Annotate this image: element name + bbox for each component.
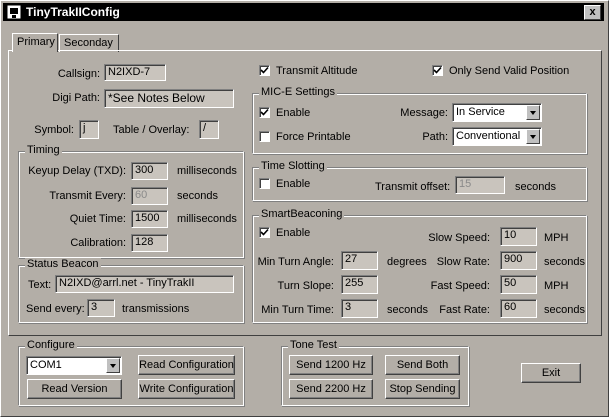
time-slotting-enable-checkbox[interactable] xyxy=(259,178,270,189)
fast-speed-label: Fast Speed: xyxy=(430,280,490,292)
digipath-input[interactable]: *See Notes Below xyxy=(104,89,234,108)
chevron-down-icon[interactable] xyxy=(526,105,540,120)
min-turn-time-label: Min Turn Time: xyxy=(261,304,334,316)
callsign-label: Callsign: xyxy=(57,68,100,80)
window-title: TinyTrakIIConfig xyxy=(26,5,120,19)
send-every-label: Send every: xyxy=(26,303,85,315)
transmit-every-input[interactable]: 60 xyxy=(131,187,168,205)
time-slotting-title: Time Slotting xyxy=(259,160,327,172)
configure-title: Configure xyxy=(25,339,77,351)
fast-speed-unit: MPH xyxy=(544,280,569,292)
turn-slope-label: Turn Slope: xyxy=(277,280,334,292)
status-beacon-title: Status Beacon xyxy=(25,258,101,270)
calibration-input[interactable]: 128 xyxy=(131,234,168,252)
digipath-label: Digi Path: xyxy=(52,92,100,104)
stop-sending-button[interactable]: Stop Sending xyxy=(385,379,460,399)
send-both-button[interactable]: Send Both xyxy=(385,355,460,375)
message-select[interactable]: In Service xyxy=(452,103,542,122)
table-overlay-input[interactable]: / xyxy=(199,120,219,139)
fast-rate-input[interactable]: 60 xyxy=(500,299,537,318)
force-printable-checkbox[interactable] xyxy=(259,131,270,142)
mice-title: MIC-E Settings xyxy=(259,86,337,98)
transmit-every-label: Transmit Every: xyxy=(49,190,126,202)
slow-rate-label: Slow Rate: xyxy=(436,256,490,268)
min-turn-angle-input[interactable]: 27 xyxy=(341,251,378,270)
min-turn-time-input[interactable]: 3 xyxy=(341,299,378,318)
send-2200-button[interactable]: Send 2200 Hz xyxy=(289,379,373,399)
chevron-down-icon[interactable] xyxy=(106,358,120,373)
fast-rate-label: Fast Rate: xyxy=(439,304,490,316)
calibration-label: Calibration: xyxy=(70,237,126,249)
keyup-input[interactable]: 300 xyxy=(131,162,168,180)
tone-test-title: Tone Test xyxy=(288,339,339,351)
transmit-offset-input[interactable]: 15 xyxy=(455,176,505,194)
fast-rate-unit: seconds xyxy=(544,304,585,316)
app-icon xyxy=(6,4,22,20)
chevron-down-icon[interactable] xyxy=(526,129,540,144)
slow-rate-input[interactable]: 900 xyxy=(500,251,537,270)
send-every-input[interactable]: 3 xyxy=(87,299,115,317)
quiet-time-input[interactable]: 1500 xyxy=(131,210,168,228)
tab-primary[interactable]: Primary xyxy=(12,33,58,52)
port-select[interactable]: COM1 xyxy=(26,356,122,375)
read-configuration-button[interactable]: Read Configuration xyxy=(138,355,235,375)
slow-speed-label: Slow Speed: xyxy=(428,232,490,244)
quiet-time-unit: milliseconds xyxy=(177,213,237,225)
transmit-every-unit: seconds xyxy=(177,190,218,202)
beacon-text-label: Text: xyxy=(28,279,52,291)
table-overlay-label: Table / Overlay: xyxy=(113,124,190,136)
send-every-unit: transmissions xyxy=(122,303,190,315)
slow-speed-input[interactable]: 10 xyxy=(500,227,537,246)
valid-position-checkbox[interactable] xyxy=(432,65,443,76)
exit-button[interactable]: Exit xyxy=(521,363,581,383)
read-version-button[interactable]: Read Version xyxy=(27,379,122,399)
valid-position-label: Only Send Valid Position xyxy=(449,65,570,77)
quiet-time-label: Quiet Time: xyxy=(69,213,126,225)
smartbeaconing-enable-label: Enable xyxy=(276,227,311,239)
timing-title: Timing xyxy=(25,144,62,156)
check-icon xyxy=(433,66,442,74)
check-icon xyxy=(260,228,269,236)
write-configuration-button[interactable]: Write Configuration xyxy=(138,379,235,399)
path-select[interactable]: Conventional xyxy=(452,127,542,146)
time-slotting-enable-label: Enable xyxy=(276,178,311,190)
title-bar: TinyTrakIIConfig x xyxy=(3,3,604,21)
port-value: COM1 xyxy=(30,359,62,371)
beacon-text-input[interactable]: N2IXD@arrl.net - TinyTrakII xyxy=(55,275,234,293)
message-label: Message: xyxy=(400,107,448,119)
symbol-label: Symbol: xyxy=(34,124,74,136)
transmit-altitude-label: Transmit Altitude xyxy=(276,65,358,77)
check-icon xyxy=(260,108,269,116)
path-value: Conventional xyxy=(456,130,521,142)
tab-seconday-label: Seconday xyxy=(64,37,113,49)
transmit-altitude-checkbox[interactable] xyxy=(259,65,270,76)
callsign-input[interactable]: N2IXD-7 xyxy=(104,64,166,81)
transmit-offset-label: Transmit offset: xyxy=(375,181,451,193)
mice-enable-checkbox[interactable] xyxy=(259,107,270,118)
path-label: Path: xyxy=(422,131,448,143)
transmit-offset-unit: seconds xyxy=(515,181,556,193)
force-printable-label: Force Printable xyxy=(276,131,351,143)
smartbeaconing-enable-checkbox[interactable] xyxy=(259,227,270,238)
smartbeaconing-title: SmartBeaconing xyxy=(259,208,345,220)
slow-rate-unit: seconds xyxy=(544,256,585,268)
min-turn-angle-label: Min Turn Angle: xyxy=(257,256,334,268)
symbol-input[interactable]: j xyxy=(79,120,99,139)
slow-speed-unit: MPH xyxy=(544,232,569,244)
turn-slope-input[interactable]: 255 xyxy=(341,275,378,294)
send-1200-button[interactable]: Send 1200 Hz xyxy=(289,355,373,375)
keyup-unit: milliseconds xyxy=(177,165,237,177)
close-button[interactable]: x xyxy=(584,5,601,20)
keyup-label: Keyup Delay (TXD): xyxy=(28,165,126,177)
tab-primary-label: Primary xyxy=(17,36,55,48)
message-value: In Service xyxy=(456,106,505,118)
mice-enable-label: Enable xyxy=(276,107,311,119)
fast-speed-input[interactable]: 50 xyxy=(500,275,537,294)
check-icon xyxy=(260,66,269,74)
